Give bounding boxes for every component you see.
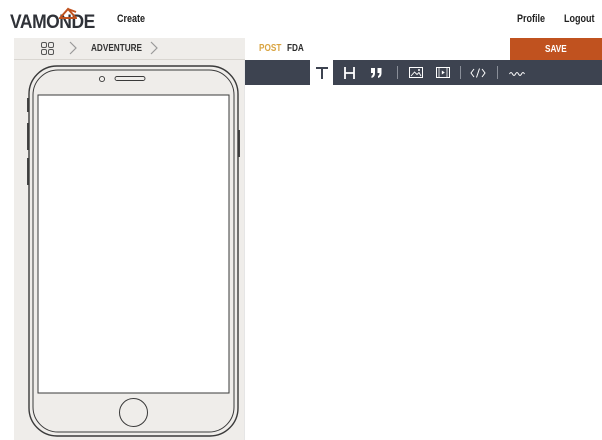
code-icon	[470, 67, 486, 78]
code-tool[interactable]	[467, 60, 489, 85]
logo-mark-icon	[59, 7, 77, 19]
heading-tool[interactable]	[339, 60, 359, 85]
heading-icon	[343, 66, 355, 79]
video-tool[interactable]	[433, 60, 453, 85]
nav-create-link[interactable]: Create	[117, 13, 145, 25]
grid-icon[interactable]	[41, 42, 54, 55]
chevron-right-icon	[150, 41, 158, 55]
nav-logout-link[interactable]: Logout	[564, 13, 595, 25]
toolbar-separator	[460, 66, 461, 79]
logo-text: VAMONDE	[10, 12, 95, 33]
video-icon	[436, 67, 450, 78]
editor-toolbar	[245, 60, 602, 85]
post-type-label: POST	[259, 43, 282, 54]
save-button[interactable]: SAVE	[510, 38, 602, 60]
post-name[interactable]: FDA	[287, 43, 304, 54]
breadcrumb-category[interactable]: ADVENTURE	[91, 43, 142, 54]
toolbar-separator	[497, 66, 498, 79]
editor-canvas[interactable]	[245, 85, 602, 440]
image-icon	[409, 67, 423, 78]
image-tool[interactable]	[406, 60, 426, 85]
save-button-label: SAVE	[545, 44, 567, 55]
top-nav: VAMONDE Create Profile Logout	[0, 0, 602, 38]
preview-panel: ADVENTURE	[14, 38, 245, 440]
chevron-right-icon	[69, 41, 77, 55]
text-icon	[315, 66, 328, 79]
toolbar-separator	[397, 66, 398, 79]
breadcrumb: ADVENTURE	[14, 38, 245, 60]
text-tool[interactable]	[310, 60, 333, 85]
quote-icon	[370, 67, 381, 78]
divider-tool[interactable]	[505, 60, 529, 85]
divider-wave-icon	[509, 71, 525, 76]
quote-tool[interactable]	[366, 60, 386, 85]
nav-profile-link[interactable]: Profile	[517, 13, 545, 25]
phone-preview-frame	[27, 65, 240, 437]
